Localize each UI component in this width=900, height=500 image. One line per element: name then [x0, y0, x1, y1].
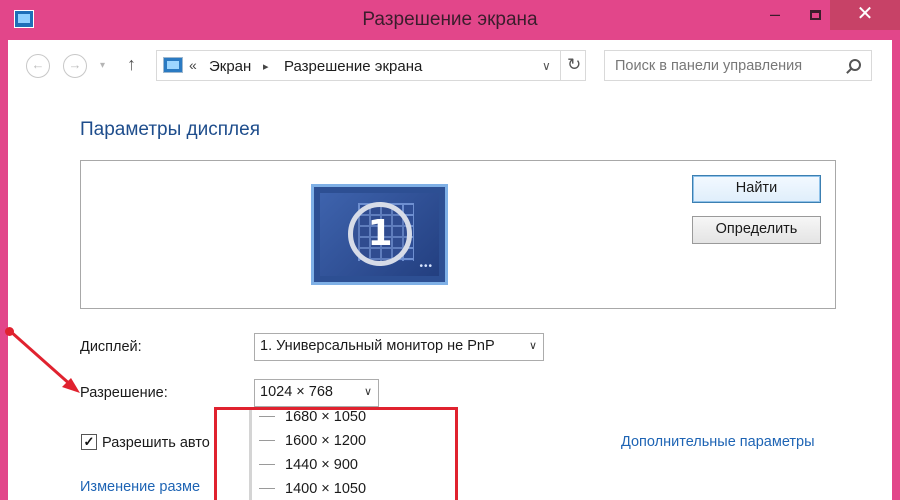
- page-title: Параметры дисплея: [80, 119, 260, 140]
- up-button[interactable]: ↑: [127, 52, 136, 76]
- resolution-label: Разрешение:: [80, 385, 168, 401]
- monitor-screen: 1 •••: [320, 193, 439, 276]
- monitor-icon[interactable]: 1 •••: [311, 184, 448, 285]
- display-preview: 1 ••• Найти Определить: [80, 160, 836, 309]
- maximize-button[interactable]: [800, 0, 830, 30]
- search-icon[interactable]: [849, 59, 861, 71]
- annotation-highlight-box: [214, 407, 458, 500]
- close-button[interactable]: ✕: [830, 0, 900, 30]
- search-input[interactable]: Поиск в панели управления: [604, 50, 872, 81]
- monitor-dots: •••: [419, 261, 433, 272]
- breadcrumb-screen[interactable]: Экран: [209, 58, 251, 75]
- title-bar[interactable]: Разрешение экрана – ✕: [0, 0, 900, 40]
- address-bar[interactable]: « Экран ▸ Разрешение экрана ∨ ↻: [156, 50, 586, 81]
- search-placeholder: Поиск в панели управления: [615, 58, 803, 74]
- annotation-arrow: [9, 329, 80, 393]
- annotation-arrow-shaft: [9, 329, 73, 388]
- refresh-icon[interactable]: ↻: [567, 54, 581, 76]
- breadcrumb-chevron-icon[interactable]: ▸: [263, 58, 269, 76]
- auto-rotate-checkbox[interactable]: ✓: [81, 434, 97, 450]
- chevron-down-icon: ∨: [363, 386, 372, 398]
- auto-rotate-label[interactable]: Разрешить авто: [102, 435, 214, 451]
- advanced-settings-link[interactable]: Дополнительные параметры: [621, 434, 815, 450]
- address-divider: [560, 51, 561, 80]
- identify-button[interactable]: Определить: [692, 216, 821, 244]
- forward-button[interactable]: →: [63, 54, 87, 78]
- address-dropdown-icon[interactable]: ∨: [542, 56, 551, 76]
- recent-locations-icon[interactable]: ▾: [100, 54, 105, 78]
- find-button[interactable]: Найти: [692, 175, 821, 203]
- back-button[interactable]: ←: [26, 54, 50, 78]
- window: Разрешение экрана – ✕ ← → ▾ ↑ « Экран ▸ …: [0, 0, 900, 500]
- client-area: ← → ▾ ↑ « Экран ▸ Разрешение экрана ∨ ↻ …: [8, 40, 892, 500]
- breadcrumb-overflow[interactable]: «: [189, 57, 197, 73]
- resolution-select[interactable]: 1024 × 768 ∨: [254, 379, 379, 407]
- chevron-down-icon: ∨: [528, 340, 537, 352]
- resolution-select-value: 1024 × 768: [260, 384, 333, 400]
- breadcrumb-resolution[interactable]: Разрешение экрана: [284, 58, 422, 75]
- change-size-link[interactable]: Изменение разме: [80, 479, 214, 495]
- minimize-button[interactable]: –: [760, 0, 790, 30]
- display-select[interactable]: 1. Универсальный монитор не PnP ∨: [254, 333, 544, 361]
- control-panel-icon: [163, 57, 183, 73]
- monitor-number: 1: [348, 202, 412, 266]
- display-select-value: 1. Универсальный монитор не PnP: [260, 338, 495, 354]
- maximize-icon: [809, 10, 821, 21]
